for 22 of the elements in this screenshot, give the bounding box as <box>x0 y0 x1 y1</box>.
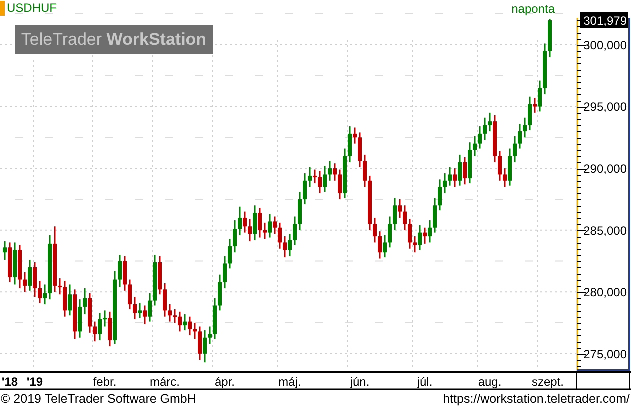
y-axis-label: 275,000 <box>584 347 627 362</box>
x-axis-label: aug. <box>478 375 502 389</box>
year-label: '18 <box>2 375 18 389</box>
x-axis-label: ápr. <box>215 375 235 389</box>
x-axis-label: febr. <box>93 375 117 389</box>
interval-label: naponta <box>512 2 555 16</box>
y-axis-label: 280,000 <box>584 286 627 300</box>
y-axis-label: 300,000 <box>584 38 627 52</box>
symbol-label: USDHUF <box>0 1 57 16</box>
website-link[interactable]: https://workstation.teletrader.com/ <box>442 392 631 406</box>
x-axis-label: máj. <box>278 375 302 389</box>
year-label: '19 <box>26 375 44 389</box>
logo-banner: TeleTrader WorkStation <box>15 25 213 54</box>
x-axis-label: júl. <box>417 375 433 389</box>
x-axis-label: jún. <box>350 375 370 389</box>
copyright-text: © 2019 TeleTrader Software GmbH <box>0 392 198 406</box>
price-label: 301,979 <box>580 12 628 28</box>
y-axis-label: 295,000 <box>584 100 627 114</box>
x-axis-label: szept. <box>532 375 564 389</box>
x-axis-label: márc. <box>150 375 180 389</box>
y-axis-label: 285,000 <box>584 224 627 238</box>
y-axis-label: 290,000 <box>584 162 627 176</box>
